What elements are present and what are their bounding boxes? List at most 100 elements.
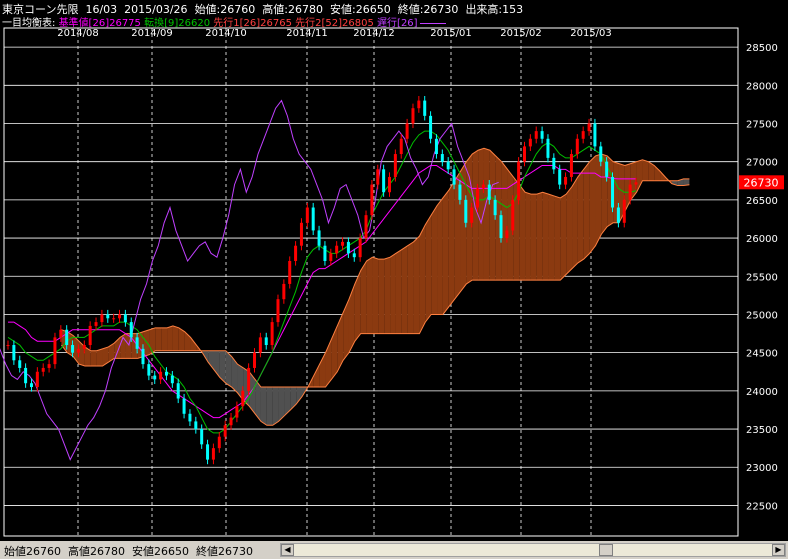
cloud-segment xyxy=(366,257,373,334)
cloud-segment xyxy=(572,176,578,269)
candle-body xyxy=(352,253,356,258)
y-tick-label: 25000 xyxy=(746,310,778,321)
candle-body xyxy=(253,352,257,368)
cloud-segment xyxy=(536,192,543,281)
candle-body xyxy=(364,215,368,239)
candle-body xyxy=(499,215,503,239)
cloud-segment xyxy=(296,387,303,405)
cloud-segment xyxy=(266,387,273,426)
cloud-segment xyxy=(548,194,555,281)
candle-body xyxy=(470,207,474,223)
tenkan-line xyxy=(7,130,637,434)
cloud-segment xyxy=(331,325,338,380)
candle-body xyxy=(481,184,485,189)
candle-body xyxy=(71,345,75,353)
ichimoku-chart: 22500 23000 23500 24000 24500 25000 25500 26000… xyxy=(0,27,784,537)
candle-body xyxy=(141,348,145,365)
candle-body xyxy=(511,199,515,231)
x-tick-label: 2015/01 xyxy=(430,28,472,39)
candle-body xyxy=(288,260,292,284)
cloud-segment xyxy=(313,364,320,388)
cloud-segment xyxy=(442,190,449,315)
candle-body xyxy=(94,322,98,326)
candle-body xyxy=(211,448,215,460)
scroll-right-button[interactable]: ▶ xyxy=(772,544,785,556)
footer-low-label: 安値 xyxy=(132,545,154,558)
candle-body xyxy=(258,337,262,353)
cloud-segment xyxy=(589,155,596,254)
candle-body xyxy=(323,245,327,261)
x-tick-label: 2015/02 xyxy=(500,28,542,39)
cloud-segment xyxy=(413,236,420,334)
candle-body xyxy=(341,241,345,246)
ichimoku-cloud xyxy=(61,148,690,426)
cloud-segment xyxy=(425,215,432,323)
candle-body xyxy=(628,184,632,200)
candle-body xyxy=(329,253,333,261)
cloud-segment xyxy=(172,325,179,351)
candle-body xyxy=(164,371,168,376)
y-axis: 22500 23000 23500 24000 24500 25000 25500 26000… xyxy=(746,43,778,512)
candle-body xyxy=(194,421,198,430)
cloud-segment xyxy=(155,327,162,351)
y-tick-label: 24500 xyxy=(746,349,778,360)
scroll-thumb[interactable] xyxy=(599,544,613,556)
candle-body xyxy=(59,329,63,338)
y-tick-label: 25500 xyxy=(746,272,778,283)
candle-body xyxy=(382,169,386,193)
candle-body xyxy=(229,417,233,426)
candle-body xyxy=(493,199,497,216)
y-tick-label: 23500 xyxy=(746,425,778,436)
candle-body xyxy=(200,429,204,445)
candle-body xyxy=(564,176,568,185)
cloud-segment xyxy=(167,325,173,351)
cloud-segment xyxy=(149,327,156,355)
cloud-segment xyxy=(90,350,97,367)
footer-close-label: 終値 xyxy=(196,545,218,558)
legend-chikou: 遅行[26] xyxy=(377,18,418,29)
candle-body xyxy=(294,245,298,261)
candle-body xyxy=(153,375,157,380)
candle-body xyxy=(622,199,626,223)
candle-body xyxy=(476,188,480,208)
candle-body xyxy=(558,169,562,185)
candle-body xyxy=(335,245,339,254)
candle-body xyxy=(247,367,251,391)
cloud-segment xyxy=(554,196,561,281)
legend-senkou2: 先行2[52]26805 xyxy=(295,18,374,29)
candle-body xyxy=(575,138,579,155)
cloud-segment xyxy=(401,245,408,334)
candle-body xyxy=(346,241,350,254)
candle-body xyxy=(147,364,151,376)
candle-body xyxy=(522,146,526,162)
candle-body xyxy=(593,123,597,147)
horizontal-scrollbar[interactable]: ◀ ▶ xyxy=(280,543,786,557)
candle-body xyxy=(170,375,174,384)
ohlc-summary: 始値26760 高値26780 安値26650 終値26730 xyxy=(4,543,253,559)
candle-body xyxy=(393,154,397,177)
footer-high: 26780 xyxy=(90,545,125,558)
last-price-tag: 26730 xyxy=(739,175,784,190)
candle-body xyxy=(82,345,86,349)
candle-body xyxy=(517,161,521,200)
candle-body xyxy=(235,406,239,418)
candle-body xyxy=(405,123,409,139)
candle-body xyxy=(24,367,28,384)
cloud-segment xyxy=(390,253,396,334)
footer-close: 26730 xyxy=(218,545,253,558)
candle-body xyxy=(270,322,274,346)
candle-body xyxy=(112,318,116,320)
x-tick-label: 2014/10 xyxy=(205,28,247,39)
candle-body xyxy=(159,371,163,380)
scroll-left-button[interactable]: ◀ xyxy=(281,544,294,556)
y-tick-label: 22500 xyxy=(746,501,778,512)
y-tick-label: 23000 xyxy=(746,463,778,474)
volume-label: 出来高: xyxy=(465,3,503,16)
candle-body xyxy=(528,138,532,147)
candle-body xyxy=(434,138,438,155)
candle-body xyxy=(18,360,22,368)
candle-body xyxy=(188,413,192,422)
candle-body xyxy=(217,436,221,449)
cloud-segment xyxy=(96,348,103,367)
cloud-segment xyxy=(407,241,414,334)
